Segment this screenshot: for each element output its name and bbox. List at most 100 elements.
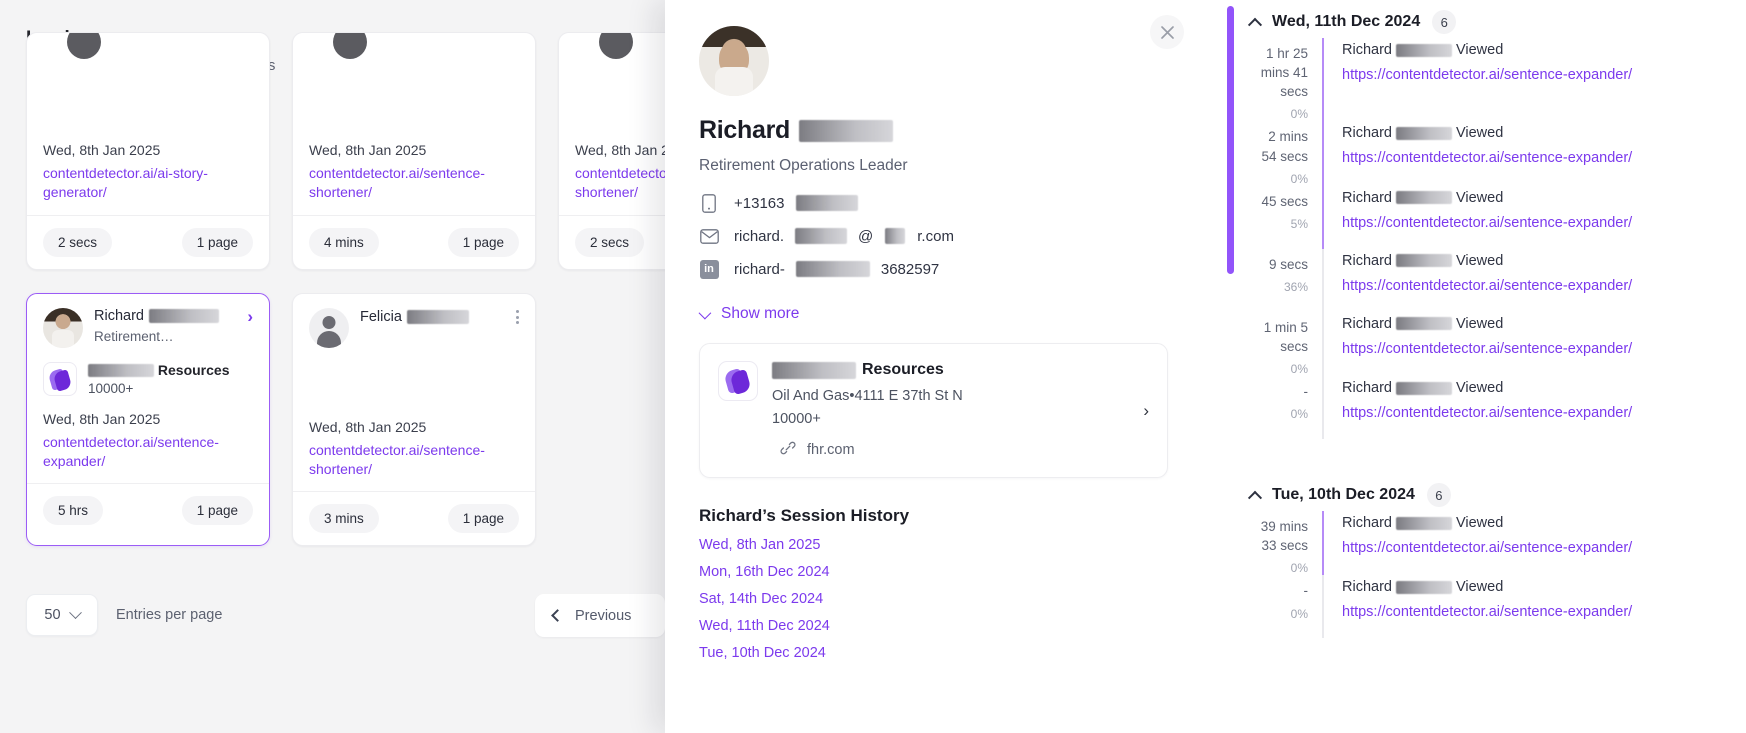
timeline-event-percent: 36% bbox=[1283, 279, 1308, 294]
session-history-item[interactable]: Wed, 8th Jan 2025 bbox=[699, 537, 1168, 553]
lead-person: Richard › Retirement… bbox=[43, 307, 253, 348]
timeline-event-url[interactable]: https://contentdetector.ai/sentence-expa… bbox=[1342, 67, 1730, 83]
session-history-item[interactable]: Tue, 10th Dec 2024 bbox=[699, 645, 1168, 661]
company-name-row: Resources bbox=[88, 362, 229, 378]
company-text: Resources 10000+ bbox=[88, 362, 229, 396]
timeline-event-url[interactable]: https://contentdetector.ai/sentence-expa… bbox=[1342, 150, 1730, 166]
chevron-up-icon bbox=[1247, 17, 1263, 32]
timeline-event-actor-name: Richard bbox=[1342, 125, 1392, 142]
app-screen: Leads Your website visitor profile and i… bbox=[0, 0, 1746, 733]
contact-linkedin-prefix: richard- bbox=[734, 260, 785, 278]
timeline-scrollbar-thumb[interactable] bbox=[1227, 6, 1234, 274]
clipped-avatar bbox=[309, 32, 519, 75]
timeline-day-date: Tue, 10th Dec 2024 bbox=[1272, 486, 1415, 504]
redacted-email-user bbox=[795, 228, 848, 244]
lead-visit-url[interactable]: contentdetector.ai/sentence-shortener/ bbox=[309, 441, 519, 480]
redacted-company-name bbox=[88, 364, 154, 378]
timeline-event-actor: Richard Viewed bbox=[1342, 579, 1730, 595]
timeline-event-list: 1 hr 25 mins 41 secs 0% Richard Viewed https… bbox=[1250, 38, 1730, 440]
timeline-day-header[interactable]: Wed, 11th Dec 2024 6 bbox=[1247, 0, 1730, 38]
profile-contact-list: +13163 richard. @ r.com in richard- 3682… bbox=[699, 193, 1168, 279]
timeline-event-url[interactable]: https://contentdetector.ai/sentence-expa… bbox=[1342, 405, 1730, 421]
timeline-event-url[interactable]: https://contentdetector.ai/sentence-expa… bbox=[1342, 341, 1730, 357]
timeline-event-percent: 0% bbox=[1290, 362, 1308, 377]
timeline-event-body: Richard Viewed https://contentdetector.ai/… bbox=[1324, 511, 1730, 575]
kebab-menu-icon[interactable] bbox=[510, 308, 519, 327]
timeline-event-duration: 1 hr 25 mins 41 secs bbox=[1260, 46, 1308, 100]
redacted-lastname bbox=[1395, 381, 1452, 395]
company-empty-spacer bbox=[309, 348, 519, 404]
session-history-item[interactable]: Wed, 11th Dec 2024 bbox=[699, 618, 1168, 634]
show-more-button[interactable]: Show more bbox=[698, 305, 1168, 323]
timeline-event-row: 1 min 5 secs 0% Richard Viewed https://conte… bbox=[1250, 311, 1730, 377]
lead-visit-url[interactable]: contentdetector.ai/sentence-expander/ bbox=[43, 433, 253, 472]
chevron-right-icon[interactable]: › bbox=[241, 308, 253, 325]
lead-pages-pill: 1 page bbox=[447, 227, 519, 257]
timeline-event-url[interactable]: https://contentdetector.ai/sentence-expa… bbox=[1342, 215, 1730, 231]
timeline-event-action: Viewed bbox=[1455, 515, 1504, 532]
contact-phone-value: +13163 bbox=[734, 194, 785, 212]
lead-duration-pill: 4 mins bbox=[309, 227, 379, 257]
company-name-row: Resources bbox=[772, 361, 1129, 379]
company-website-row[interactable]: fhr.com bbox=[772, 440, 1129, 460]
timeline-event-actor-name: Richard bbox=[1342, 579, 1392, 596]
entries-per-page-select[interactable]: 50 bbox=[26, 594, 98, 636]
timeline-day-date: Wed, 11th Dec 2024 bbox=[1272, 13, 1421, 30]
previous-page-button[interactable]: Previous bbox=[535, 594, 665, 637]
timeline-day-header[interactable]: Tue, 10th Dec 2024 6 bbox=[1247, 473, 1730, 511]
entries-per-page-label: Entries per page bbox=[116, 607, 223, 623]
timeline-event-actor-name: Richard bbox=[1342, 189, 1392, 206]
timeline-event-body: Richard Viewed https://contentdetector.ai/… bbox=[1324, 575, 1730, 638]
redacted-lastname bbox=[1395, 43, 1452, 57]
clipped-spacer bbox=[309, 75, 519, 127]
lead-card-footer: 2 secs 1 page bbox=[27, 214, 269, 269]
redacted-lastname bbox=[148, 309, 219, 324]
timeline-event-url[interactable]: https://contentdetector.ai/sentence-expa… bbox=[1342, 278, 1730, 294]
timeline-event-percent: 0% bbox=[1290, 107, 1308, 122]
session-timeline-panel: Wed, 11th Dec 2024 6 1 hr 25 mins 41 secs 0… bbox=[1202, 0, 1746, 733]
linkedin-icon: in bbox=[699, 259, 719, 279]
close-icon[interactable] bbox=[1150, 15, 1184, 49]
lead-duration-pill: 2 secs bbox=[575, 227, 645, 257]
show-more-label: Show more bbox=[721, 305, 800, 322]
phone-icon bbox=[699, 193, 719, 213]
redacted-lastname bbox=[406, 310, 469, 325]
timeline-event-metrics: 9 secs 36% bbox=[1250, 249, 1322, 312]
session-history-item[interactable]: Mon, 16th Dec 2024 bbox=[699, 564, 1168, 580]
avatar bbox=[599, 32, 633, 59]
contact-linkedin-row[interactable]: in richard- 3682597 bbox=[699, 259, 1168, 279]
lead-visit-url[interactable]: contentdetector.ai/sentence-shortener/ bbox=[309, 164, 519, 203]
chevron-up-icon bbox=[1247, 490, 1263, 505]
timeline-event-duration: 9 secs bbox=[1268, 256, 1308, 272]
company-details: Resources Oil And Gas•4111 E 37th St N 1… bbox=[772, 361, 1129, 460]
timeline-event-metrics: - 0% bbox=[1250, 376, 1322, 439]
timeline-event-actor: Richard Viewed bbox=[1342, 316, 1730, 332]
lead-card[interactable]: Wed, 8th Jan 2025 contentdetector.ai/sent… bbox=[292, 32, 536, 270]
redacted-linkedin-slug bbox=[795, 261, 870, 277]
lead-name-row: Felicia bbox=[360, 308, 519, 327]
timeline-event-metrics: 2 mins 54 secs 0% bbox=[1250, 121, 1322, 185]
redacted-lastname bbox=[798, 119, 893, 142]
timeline-event-url[interactable]: https://contentdetector.ai/sentence-expa… bbox=[1342, 540, 1730, 556]
company-name: Resources bbox=[862, 361, 944, 378]
timeline-event-row: 45 secs 5% Richard Viewed https://contentdet… bbox=[1250, 185, 1730, 249]
company-card[interactable]: Resources Oil And Gas•4111 E 37th St N 1… bbox=[699, 343, 1168, 479]
session-history-item[interactable]: Sat, 14th Dec 2024 bbox=[699, 591, 1168, 607]
session-history-title: Richard’s Session History bbox=[699, 506, 910, 526]
timeline-event-url[interactable]: https://contentdetector.ai/sentence-expa… bbox=[1342, 604, 1730, 620]
lead-pages-pill: 1 page bbox=[181, 227, 253, 257]
lead-card[interactable]: Richard › Retirement… Resources 10000+ Wed, … bbox=[26, 292, 270, 547]
lead-name: Felicia bbox=[360, 309, 402, 326]
timeline-event-row: 1 hr 25 mins 41 secs 0% Richard Viewed https… bbox=[1250, 38, 1730, 122]
lead-card[interactable]: Wed, 8th Jan 2025 contentdetector.ai/ai-s… bbox=[26, 32, 270, 270]
lead-visit-url[interactable]: contentdetector.ai/ai-story-generator/ bbox=[43, 164, 253, 203]
redacted-lastname bbox=[1395, 516, 1452, 530]
contact-email-at: @ bbox=[858, 227, 874, 245]
contact-phone-row[interactable]: +13163 bbox=[699, 193, 1168, 213]
chevron-right-icon[interactable]: › bbox=[1143, 401, 1149, 421]
profile-name-row: Richard bbox=[699, 116, 1168, 145]
timeline-event-action: Viewed bbox=[1455, 189, 1504, 206]
redacted-phone bbox=[796, 195, 859, 211]
contact-email-row[interactable]: richard. @ r.com bbox=[699, 226, 1168, 246]
lead-card[interactable]: Felicia Wed, 8th Jan 2025 contentdetector.… bbox=[292, 292, 536, 547]
